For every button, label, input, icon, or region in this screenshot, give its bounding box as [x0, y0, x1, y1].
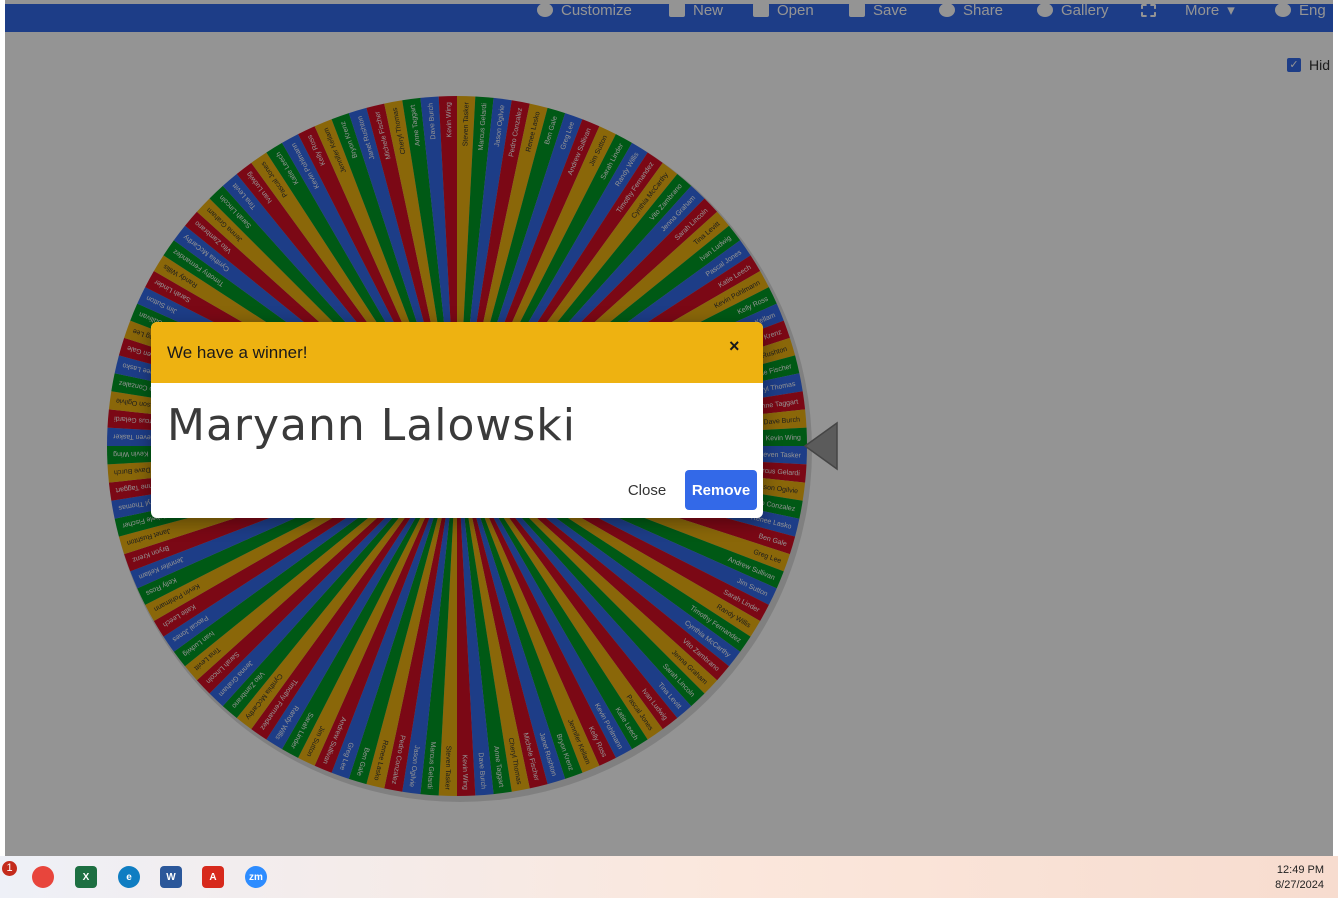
edge-icon[interactable]: e — [118, 866, 140, 888]
chrome-icon[interactable] — [32, 866, 54, 888]
dialog-title: We have a winner! — [167, 343, 308, 362]
close-button[interactable]: Close — [615, 472, 679, 508]
winner-dialog: We have a winner! × Maryann Lalowski Clo… — [151, 322, 763, 518]
app-window: Customize New Open Save Share Gallery Mo… — [5, 0, 1333, 856]
word-icon[interactable]: W — [160, 866, 182, 888]
close-icon[interactable]: × — [729, 336, 740, 357]
taskbar — [0, 856, 1338, 898]
acrobat-icon[interactable]: A — [202, 866, 224, 888]
winner-name: Maryann Lalowski — [167, 400, 577, 451]
excel-icon[interactable]: X — [75, 866, 97, 888]
remove-button[interactable]: Remove — [685, 470, 757, 510]
clock-time[interactable]: 12:49 PM — [1277, 864, 1324, 876]
dialog-header: We have a winner! × — [151, 322, 763, 383]
zoom-icon[interactable]: zm — [245, 866, 267, 888]
clock-date[interactable]: 8/27/2024 — [1275, 879, 1324, 891]
notification-badge[interactable]: 1 — [2, 861, 17, 876]
